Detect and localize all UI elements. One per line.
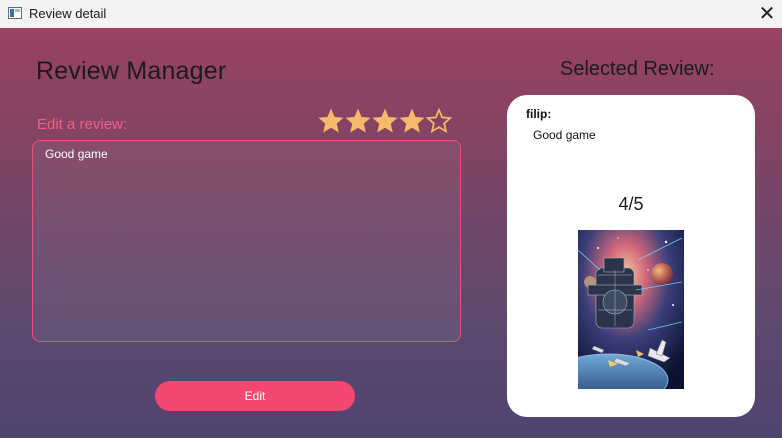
review-text: Good game [533, 128, 596, 142]
star-icon[interactable] [318, 108, 344, 134]
star-icon[interactable] [399, 108, 425, 134]
page-title: Review Manager [36, 57, 227, 85]
selected-review-card: filip: Good game 4/5 [507, 95, 755, 417]
window-app-icon [8, 7, 22, 19]
star-icon[interactable] [345, 108, 371, 134]
window-title: Review detail [29, 6, 107, 21]
close-button[interactable]: ✕ [752, 0, 782, 28]
edit-button[interactable]: Edit [155, 381, 355, 411]
star-icon[interactable] [426, 108, 452, 134]
selected-review-heading: Selected Review: [560, 58, 715, 80]
review-text-input[interactable]: Good game [32, 140, 461, 342]
title-bar: Review detail ✕ [0, 0, 782, 28]
window-content: Review Manager Edit a review: Good game … [0, 28, 782, 438]
game-cover-image [578, 230, 684, 389]
star-rating-input [318, 108, 452, 134]
star-icon[interactable] [372, 108, 398, 134]
edit-review-label: Edit a review: [37, 116, 128, 133]
review-author: filip: [526, 107, 552, 121]
review-rating: 4/5 [618, 194, 644, 214]
